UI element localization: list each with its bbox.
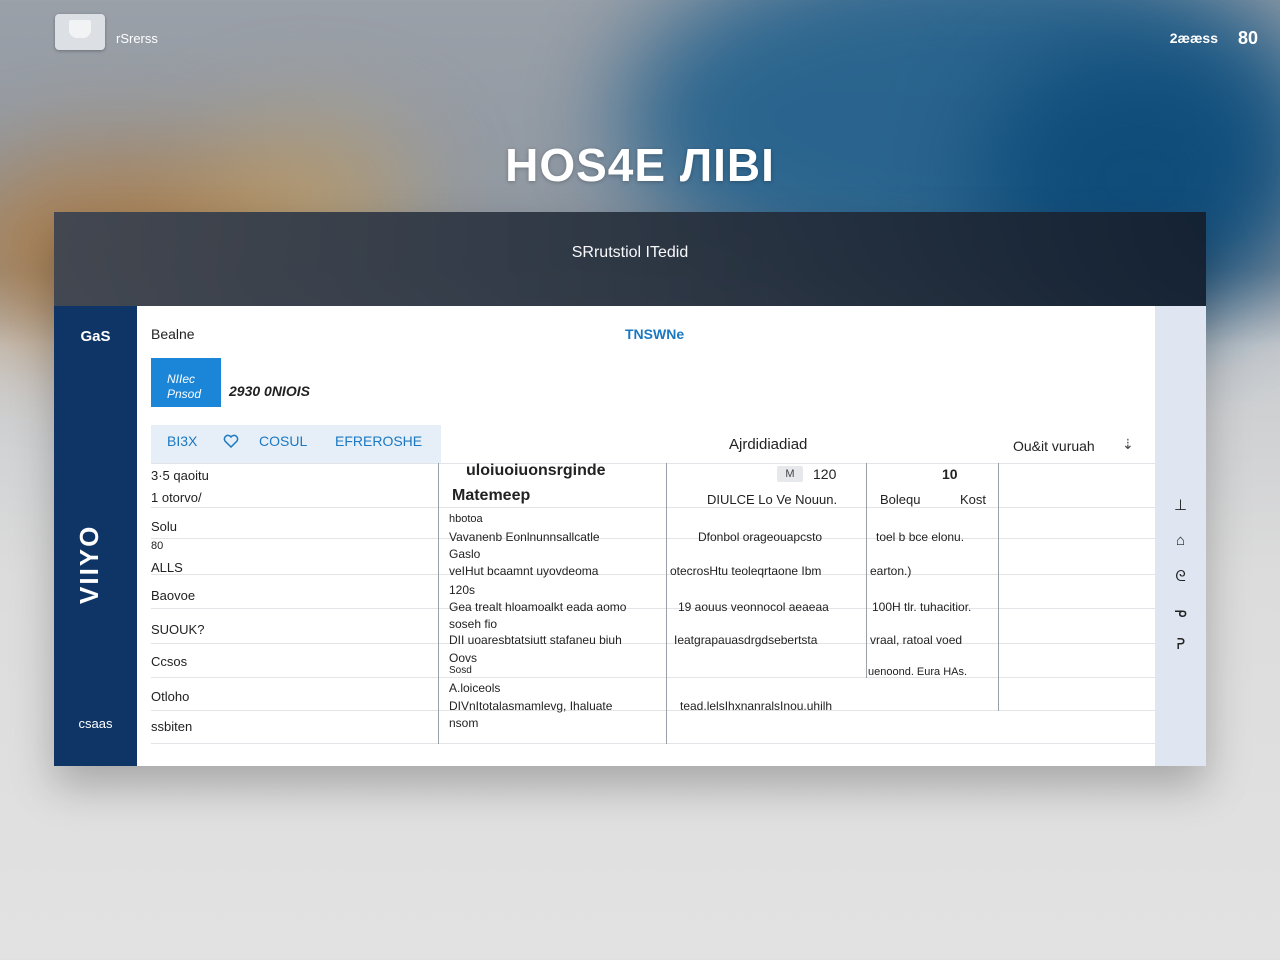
table-cell: vraal, ratoal voed — [870, 633, 963, 647]
divider — [151, 463, 1155, 464]
table-cell: Oovs — [449, 651, 478, 665]
filter-bar: BI3X COSUL EFREROSHE — [151, 425, 441, 463]
table-cell: Sosd — [449, 665, 472, 676]
table-cell: earton.) — [870, 564, 912, 578]
table-header: Bolequ — [880, 492, 921, 507]
new-button-line1: NIIec — [167, 371, 196, 386]
top-right-menu[interactable]: 2ææss — [1170, 30, 1218, 46]
table-cell: 120s — [449, 583, 476, 597]
tool-icon[interactable]: ᕈ — [1155, 635, 1206, 653]
header-badge: M — [777, 466, 803, 482]
table-column-divider — [438, 463, 439, 744]
table-cell: Gaslo — [449, 547, 481, 561]
filter-chip[interactable]: BI3X — [167, 433, 197, 449]
table-header: Kost — [960, 492, 987, 507]
table-header: DIULCE Lo Ve Nouun. — [707, 492, 838, 507]
table-column-divider — [998, 463, 999, 711]
main-panel: SRrutstiol ITedid GaS VIIYO csaas Bealne… — [54, 212, 1206, 766]
filter-chip[interactable]: EFREROSHE — [335, 433, 422, 449]
table-cell: veIHut bcaamnt uyovdeoma — [449, 564, 599, 578]
right-tool-rail: ⊥ ⌂ ᘓ ᓀ ᕈ — [1155, 306, 1206, 766]
table-column-divider — [866, 463, 867, 678]
new-button-line2: Pnsod — [167, 386, 202, 401]
result-count: 2930 0NIOIS — [229, 383, 310, 399]
row-label[interactable]: Baovoe — [151, 588, 195, 603]
brand-name: rSrerss — [116, 31, 158, 46]
table-cell: nsom — [449, 716, 479, 730]
row-label[interactable]: Ccsos — [151, 654, 187, 669]
table-cell: DII uoaresbtatsiutt stafaneu biuh — [449, 633, 622, 647]
tab-active[interactable]: TNSWNe — [625, 326, 684, 342]
table-header-number: 120 — [813, 466, 837, 482]
sidebar: GaS VIIYO csaas — [54, 306, 137, 766]
content-area: Bealne TNSWNe NIIec Pnsod 2930 0NIOIS BI… — [137, 306, 1155, 766]
row-label[interactable]: Solu — [151, 519, 177, 534]
divider — [151, 507, 1155, 508]
row-label[interactable]: ssbiten — [151, 719, 192, 734]
selection-label: Ajrdidiadiad — [729, 436, 808, 453]
table-cell: Dfonbol orageouapcsto — [698, 530, 823, 544]
page-title: HOS4E ЛIBI — [505, 139, 775, 191]
row-label[interactable]: 3·5 qaoitu — [151, 468, 209, 483]
filter-chip[interactable]: COSUL — [259, 433, 307, 449]
table-cell: hbotoa — [449, 513, 483, 525]
table-cell: soseh fio — [449, 617, 498, 631]
table-column-divider — [666, 463, 667, 744]
breadcrumb-home[interactable]: Bealne — [151, 326, 195, 342]
tool-icon[interactable]: ⌂ — [1155, 532, 1206, 549]
sidebar-top-item[interactable]: GaS — [54, 328, 137, 345]
tool-icon[interactable]: ᘓ — [1155, 568, 1206, 585]
table-cell: uenoond. Eura HAs. — [868, 666, 968, 678]
profile-icon[interactable]: 80 — [1238, 28, 1258, 49]
chevron-down-icon[interactable]: ⇣ — [1122, 436, 1134, 453]
table-cell: A.loiceols — [449, 681, 501, 695]
table-cell: 100H tlr. tuhacitior. — [872, 600, 972, 614]
row-label[interactable]: 80 — [151, 540, 163, 552]
table-cell: DIVnItotalasmamlevg, Ihaluate — [449, 699, 613, 713]
row-label[interactable]: ALLS — [151, 560, 183, 575]
panel-header-title: SRrutstiol ITedid — [571, 244, 689, 261]
heart-icon[interactable] — [223, 434, 239, 451]
table-cell: otecrosHtu teoleqrtaone Ibm — [670, 564, 822, 578]
table-header: Matemeep — [452, 487, 531, 504]
row-label[interactable]: 1 otorvo/ — [151, 490, 202, 505]
row-label[interactable]: SUOUK? — [151, 622, 204, 637]
table-cell: tead.lelsIhxnanralsInou.uhilh — [680, 699, 833, 713]
table-cell: Vavanenb Eonlnunnsallcatle — [449, 530, 600, 544]
table-cell: toel b bce elonu. — [876, 530, 965, 544]
table-header-number: 10 — [942, 466, 958, 482]
top-bar: rSrerss 2ææss 80 — [0, 0, 1280, 76]
table-cell: 19 aouus veonnocol aeaeaa — [678, 600, 829, 614]
table-cell: Gea trealt hloamoalkt eada aomo — [449, 600, 627, 614]
panel-header: SRrutstiol ITedid — [54, 212, 1206, 306]
divider — [151, 743, 1155, 744]
app-logo-icon[interactable] — [55, 14, 105, 50]
tool-icon[interactable]: ᓀ — [1155, 603, 1206, 621]
table-header: uloiuoiuonsrginde — [466, 462, 606, 479]
table-cell: Ieatgrapauasdrgdsebertsta — [674, 633, 818, 647]
sidebar-vertical-label: VIIYO — [74, 524, 104, 604]
tool-icon[interactable]: ⊥ — [1155, 496, 1206, 514]
sidebar-bottom-item[interactable]: csaas — [54, 716, 137, 731]
new-item-button[interactable]: NIIec Pnsod — [151, 358, 221, 407]
sort-dropdown[interactable]: Ou&it vuruah — [1013, 438, 1095, 454]
divider — [151, 677, 1155, 678]
row-label[interactable]: Otloho — [151, 689, 189, 704]
